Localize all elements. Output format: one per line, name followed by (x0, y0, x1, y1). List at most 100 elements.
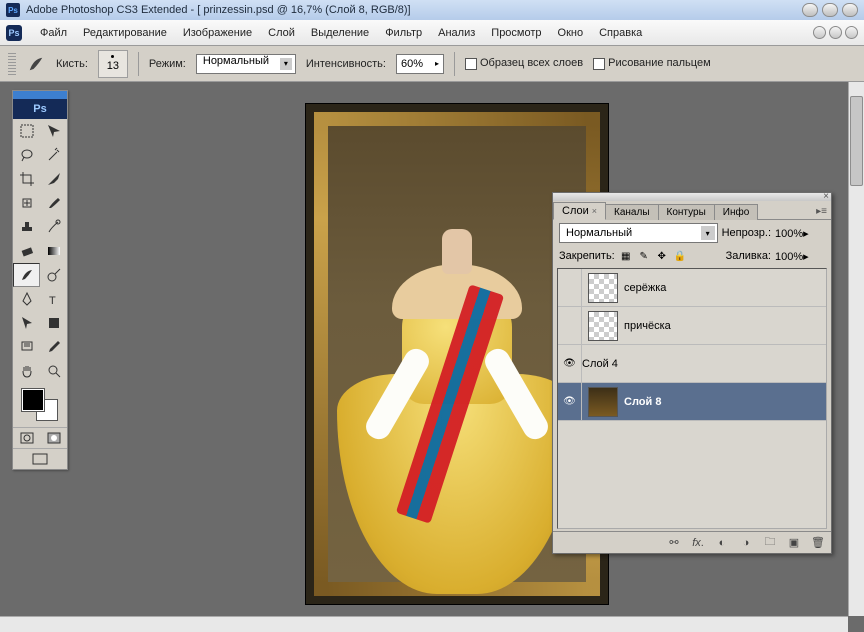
doc-minimize-button[interactable] (813, 26, 826, 39)
panel-grip[interactable]: × (553, 193, 831, 201)
visibility-toggle[interactable] (558, 383, 582, 420)
panel-menu-icon[interactable]: ▸≡ (812, 204, 831, 219)
tab-paths[interactable]: Контуры (658, 204, 715, 220)
notes-tool[interactable] (13, 335, 40, 359)
ps-logo-icon: Ps (6, 25, 22, 41)
visibility-toggle[interactable] (558, 345, 582, 382)
layer-blend-mode-select[interactable]: Нормальный ▾ (559, 223, 718, 243)
history-brush-tool[interactable] (40, 215, 67, 239)
type-tool[interactable]: T (40, 287, 67, 311)
smudge-tool[interactable] (13, 263, 40, 287)
menu-window[interactable]: Окно (550, 23, 592, 43)
menu-help[interactable]: Справка (591, 23, 650, 43)
heal-tool[interactable] (13, 191, 40, 215)
brush-picker[interactable]: 13 (98, 50, 128, 78)
quickmask-off-icon[interactable] (13, 428, 40, 448)
blend-mode-value: Нормальный (203, 55, 269, 67)
layer-name[interactable]: Слой 8 (624, 396, 661, 408)
hand-tool[interactable] (13, 359, 40, 383)
layers-list: серёжка причёска Слой 4 Слой 8 (557, 268, 827, 529)
mode-label: Режим: (149, 58, 186, 70)
pen-tool[interactable] (13, 287, 40, 311)
menu-layer[interactable]: Слой (260, 23, 303, 43)
eyedropper-tool[interactable] (40, 335, 67, 359)
panel-close-icon[interactable]: × (823, 191, 829, 202)
strength-value: 60% (401, 58, 423, 70)
layer-row[interactable]: причёска (558, 307, 826, 345)
sample-all-layers-checkbox[interactable]: Образец всех слоев (465, 57, 583, 69)
group-icon[interactable]: 🗀 (761, 535, 779, 551)
horizontal-scrollbar[interactable] (0, 616, 848, 632)
fill-label: Заливка: (726, 250, 771, 262)
layer-row[interactable]: Слой 4 (558, 345, 826, 383)
toolbox-grip[interactable] (13, 91, 67, 99)
layer-fx-icon[interactable]: fx. (689, 535, 707, 551)
menu-select[interactable]: Выделение (303, 23, 377, 43)
blend-mode-select[interactable]: Нормальный ▾ (196, 54, 296, 74)
layer-thumbnail[interactable] (588, 387, 618, 417)
tab-layers[interactable]: Слои× (553, 202, 606, 220)
chevron-right-icon: ▸ (435, 59, 439, 68)
layer-name[interactable]: причёска (624, 320, 671, 332)
lock-transparency-icon[interactable]: ▦ (619, 249, 633, 263)
doc-restore-button[interactable] (829, 26, 842, 39)
foreground-color-swatch[interactable] (22, 389, 44, 411)
menu-view[interactable]: Просмотр (483, 23, 549, 43)
layer-name[interactable]: Слой 4 (582, 358, 618, 370)
layer-name[interactable]: серёжка (624, 282, 666, 294)
move-tool[interactable] (40, 119, 67, 143)
screenmode-button[interactable] (13, 449, 67, 469)
menu-edit[interactable]: Редактирование (75, 23, 175, 43)
layer-row[interactable]: серёжка (558, 269, 826, 307)
quickmask-on-icon[interactable] (40, 428, 67, 448)
wand-tool[interactable] (40, 143, 67, 167)
optionsbar-grip[interactable] (8, 53, 16, 75)
new-layer-icon[interactable]: ▣ (785, 535, 803, 551)
menu-file[interactable]: Файл (32, 23, 75, 43)
maximize-button[interactable] (822, 3, 838, 17)
minimize-button[interactable] (802, 3, 818, 17)
lock-position-icon[interactable]: ✥ (655, 249, 669, 263)
brush-tool[interactable] (40, 191, 67, 215)
ps-badge-icon: Ps (13, 99, 67, 119)
stamp-tool[interactable] (13, 215, 40, 239)
eraser-tool[interactable] (13, 239, 40, 263)
tab-channels[interactable]: Каналы (605, 204, 659, 220)
window-titlebar: Ps Adobe Photoshop CS3 Extended - [ prin… (0, 0, 864, 20)
visibility-toggle[interactable] (558, 269, 582, 306)
adjustment-layer-icon[interactable]: ◑ (737, 535, 755, 551)
dodge-tool[interactable] (40, 263, 67, 287)
gradient-tool[interactable] (40, 239, 67, 263)
delete-layer-icon[interactable]: 🗑 (809, 535, 827, 551)
visibility-toggle[interactable] (558, 307, 582, 344)
path-select-tool[interactable] (13, 311, 40, 335)
lock-pixels-icon[interactable]: ✎ (637, 249, 651, 263)
shape-tool[interactable] (40, 311, 67, 335)
lock-all-icon[interactable]: 🔒 (673, 249, 687, 263)
crop-tool[interactable] (13, 167, 40, 191)
lasso-tool[interactable] (13, 143, 40, 167)
fill-input[interactable]: 100%▸ (775, 250, 825, 263)
tab-info[interactable]: Инфо (714, 204, 759, 220)
color-swatches[interactable] (13, 383, 67, 427)
marquee-tool[interactable] (13, 119, 40, 143)
doc-close-button[interactable] (845, 26, 858, 39)
slice-tool[interactable] (40, 167, 67, 191)
menu-analysis[interactable]: Анализ (430, 23, 483, 43)
zoom-tool[interactable] (40, 359, 67, 383)
close-button[interactable] (842, 3, 858, 17)
opacity-input[interactable]: 100%▸ (775, 227, 825, 240)
layer-row[interactable]: Слой 8 (558, 383, 826, 421)
finger-painting-checkbox[interactable]: Рисование пальцем (593, 57, 711, 69)
svg-text:T: T (49, 295, 56, 307)
window-title: Adobe Photoshop CS3 Extended - [ prinzes… (26, 4, 802, 16)
strength-input[interactable]: 60% ▸ (396, 54, 444, 74)
vertical-scrollbar[interactable] (848, 82, 864, 616)
menu-filter[interactable]: Фильтр (377, 23, 430, 43)
layer-mask-icon[interactable]: ◐ (713, 535, 731, 551)
layer-thumbnail[interactable] (588, 273, 618, 303)
lock-label: Закрепить: (559, 250, 615, 262)
layer-thumbnail[interactable] (588, 311, 618, 341)
menu-image[interactable]: Изображение (175, 23, 260, 43)
link-layers-icon[interactable]: ⚯ (665, 535, 683, 551)
